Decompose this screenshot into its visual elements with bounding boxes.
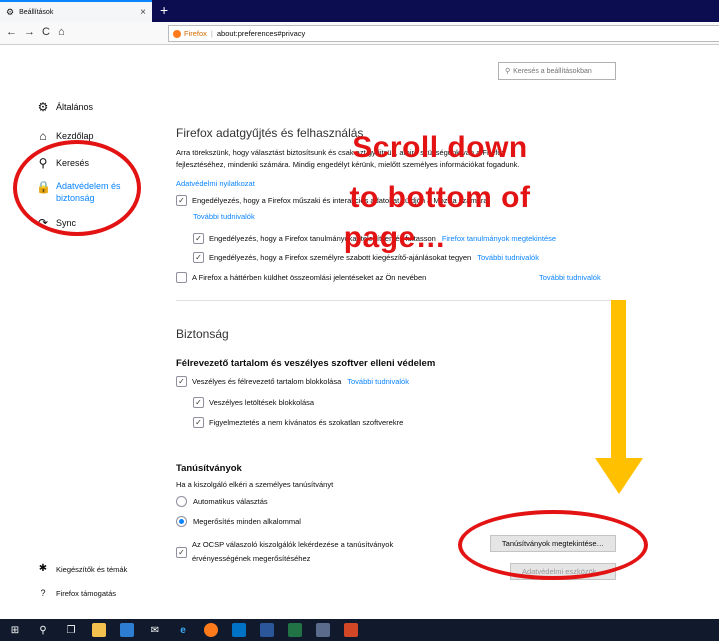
security-learn-more-link[interactable]: További tudnivalók [347, 377, 409, 386]
calculator-icon[interactable] [316, 623, 330, 637]
forward-button[interactable]: → [24, 26, 35, 38]
block-dangerous-checkbox[interactable]: ✓ [176, 376, 187, 387]
search-input[interactable]: ⚲ Keresés a beállításokban [498, 62, 616, 80]
security-title: Biztonság [176, 327, 229, 341]
option-label: Veszélyes letöltések blokkolása [209, 398, 315, 407]
sidebar-item-general[interactable]: ⚙ Általános [36, 100, 93, 114]
help-icon: ? [40, 588, 46, 598]
home-icon: ⌂ [39, 129, 47, 143]
outlook-icon[interactable] [232, 623, 246, 637]
annotation-line: Scroll down [352, 131, 528, 164]
close-tab-icon[interactable]: × [140, 7, 146, 18]
gear-icon: ⚙ [6, 6, 15, 17]
option-label: Megerősítés minden alkalommal [193, 517, 301, 526]
sidebar-item-label: Firefox támogatás [56, 588, 117, 598]
option-label: Figyelmeztetés a nem kívánatos és szokat… [209, 418, 404, 427]
search-icon[interactable]: ⚲ [36, 623, 50, 637]
option-label: Veszélyes és félrevezető tartalom blokko… [192, 377, 342, 386]
arrow-shaft [611, 300, 626, 460]
option-label: A Firefox a háttérben küldhet összeomlás… [192, 273, 427, 282]
file-explorer-icon[interactable] [92, 623, 106, 637]
search-placeholder: Keresés a beállításokban [513, 67, 592, 75]
block-dangerous-option[interactable]: ✓ Veszélyes és félrevezető tartalom blok… [176, 376, 409, 387]
firefox-icon [173, 29, 181, 38]
option-label: érvényességének megerősítéséhez [192, 554, 311, 563]
search-icon: ⚲ [505, 68, 511, 75]
sidebar-item-addons[interactable]: ✱ Kiegészítők és témák [36, 562, 128, 576]
cert-auto-option[interactable]: Automatikus választás [176, 496, 268, 507]
sidebar-item-label: Általános [56, 102, 94, 112]
excel-icon[interactable] [288, 623, 302, 637]
annotation-text: Scroll down to bottom of page… [270, 130, 610, 256]
tab-settings[interactable]: ⚙ Beállítások × [0, 0, 152, 22]
puzzle-icon: ✱ [38, 563, 48, 574]
cert-ask-radio[interactable] [176, 516, 187, 527]
annotation-ellipse-sidebar [13, 140, 141, 236]
telemetry-checkbox[interactable]: ✓ [176, 195, 187, 206]
url-bar[interactable]: Firefox | about:preferences#privacy [168, 25, 719, 42]
crash-reports-learn-more-link[interactable]: További tudnivalók [539, 273, 601, 282]
block-downloads-checkbox[interactable]: ✓ [193, 397, 204, 408]
mail-icon[interactable]: ✉ [148, 623, 162, 637]
cert-ask-option[interactable]: Megerősítés minden alkalommal [176, 516, 301, 527]
gear-icon: ⚙ [37, 100, 49, 114]
home-button[interactable]: ⌂ [58, 26, 65, 38]
warn-unwanted-option[interactable]: ✓ Figyelmeztetés a nem kívánatos és szok… [193, 417, 403, 428]
privacy-notice-link[interactable]: Adatvédelmi nyilatkozat [176, 179, 255, 188]
annotation-line: page… [343, 221, 447, 254]
url-separator: | [210, 29, 213, 38]
warn-unwanted-checkbox[interactable]: ✓ [193, 417, 204, 428]
taskbar: ⊞ ⚲ ❐ ✉ e [0, 619, 719, 641]
crash-reports-checkbox[interactable] [176, 272, 187, 283]
tab-title: Beállítások [19, 8, 54, 16]
windows-icon[interactable]: ⊞ [8, 623, 22, 637]
sidebar-item-support[interactable]: ? Firefox támogatás [36, 586, 116, 600]
option-label: Az OCSP válaszoló kiszolgálók lekérdezés… [192, 540, 394, 549]
annotation-ellipse-button [458, 510, 648, 580]
annotation-line: to bottom of [349, 181, 531, 214]
cert-auto-radio[interactable] [176, 496, 187, 507]
url-brand: Firefox [184, 29, 207, 38]
store-icon[interactable] [120, 623, 134, 637]
crash-reports-option[interactable]: A Firefox a háttérben küldhet összeomlás… [176, 272, 426, 283]
ocsp-label: Az OCSP válaszoló kiszolgálók lekérdezés… [192, 538, 393, 566]
ocsp-option[interactable]: ✓ Az OCSP válaszoló kiszolgálók lekérdez… [176, 538, 393, 566]
task-view-icon[interactable]: ❐ [64, 623, 78, 637]
powerpoint-icon[interactable] [344, 623, 358, 637]
certificates-prompt: Ha a kiszolgáló elkéri a személyes tanús… [176, 480, 334, 489]
security-subtitle: Félrevezető tartalom és veszélyes szoftv… [176, 358, 436, 369]
arrow-down-icon [595, 458, 643, 494]
block-downloads-option[interactable]: ✓ Veszélyes letöltések blokkolása [193, 397, 314, 408]
certificates-title: Tanúsítványok [176, 463, 242, 474]
edge-icon[interactable]: e [176, 623, 190, 637]
url-text: about:preferences#privacy [216, 29, 306, 38]
sidebar-item-label: Kiegészítők és témák [56, 564, 128, 574]
option-label: Automatikus választás [193, 497, 268, 506]
back-button[interactable]: ← [6, 26, 17, 38]
word-icon[interactable] [260, 623, 274, 637]
firefox-icon[interactable] [204, 623, 218, 637]
new-tab-button[interactable]: + [160, 2, 168, 18]
reload-button[interactable]: C [42, 26, 50, 38]
section-divider [176, 300, 616, 301]
ocsp-checkbox[interactable]: ✓ [176, 547, 187, 558]
